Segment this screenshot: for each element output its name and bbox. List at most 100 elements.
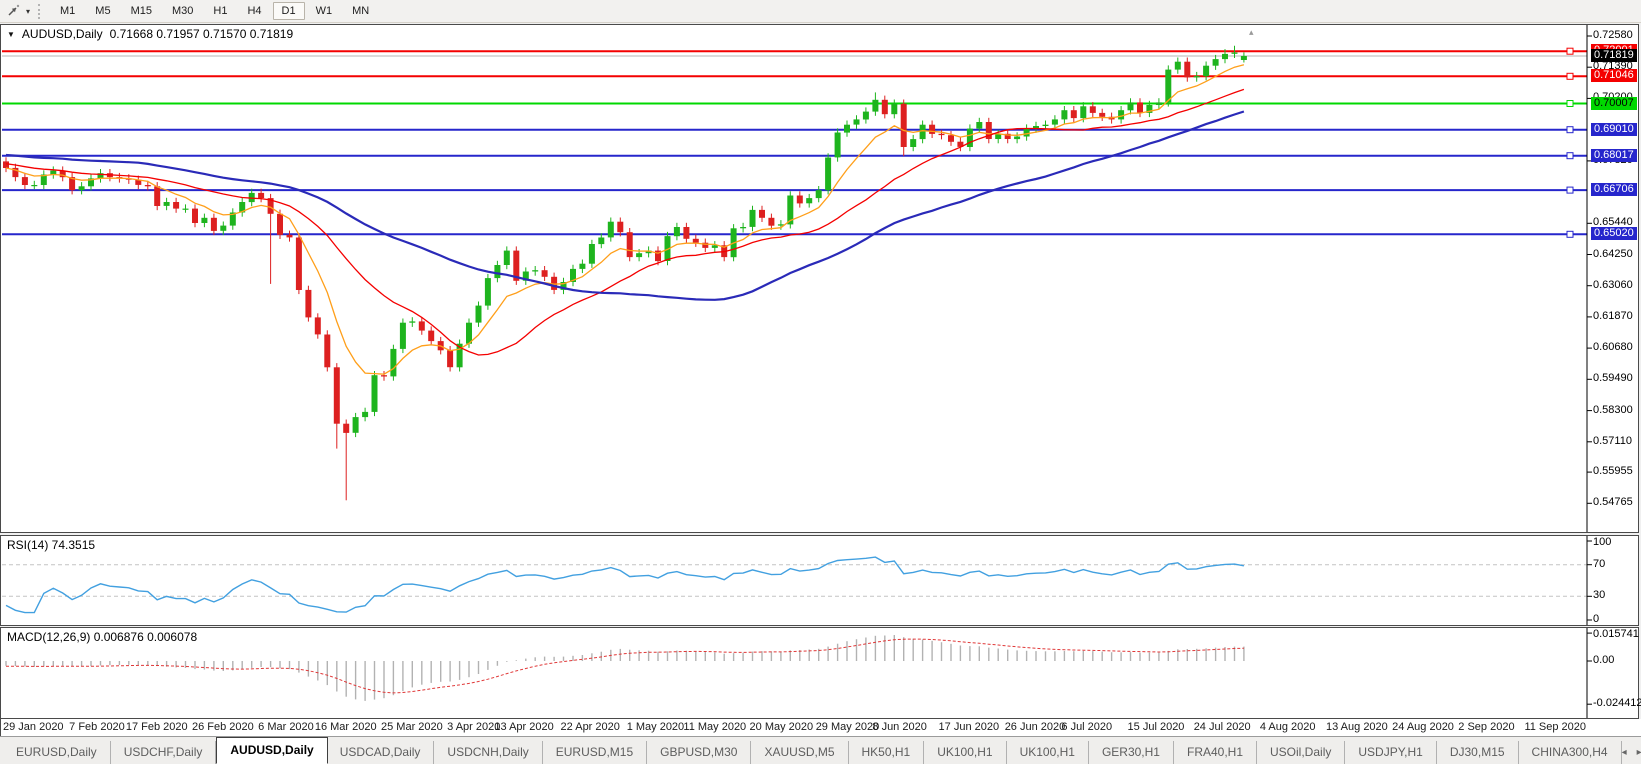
rsi-chart[interactable] xyxy=(1,536,1638,625)
candle-body xyxy=(466,323,472,344)
current-price-label[interactable]: 0.71819 xyxy=(1591,49,1637,62)
chart-tab-usdjpy-h1[interactable]: USDJPY,H1 xyxy=(1345,741,1436,764)
candle-body xyxy=(145,185,151,186)
price-chart[interactable] xyxy=(1,25,1638,532)
candle-body xyxy=(419,321,425,330)
date-tick-label: 17 Jun 2020 xyxy=(939,721,1000,733)
chart-symbol-label: AUDUSD,Daily xyxy=(22,27,103,41)
chart-tab-usdchf-daily[interactable]: USDCHF,Daily xyxy=(111,741,217,764)
timeframe-button-m1[interactable]: M1 xyxy=(51,2,84,20)
hline-price-label[interactable]: 0.71046 xyxy=(1591,69,1637,82)
chart-tab-usoil-daily[interactable]: USOil,Daily xyxy=(1257,741,1345,764)
drawing-tool-button[interactable] xyxy=(3,2,23,21)
timeframe-button-m30[interactable]: M30 xyxy=(163,2,202,20)
candle-body xyxy=(296,238,302,291)
candle-body xyxy=(315,317,321,334)
candle-body xyxy=(3,161,9,168)
chart-tab-hk50-h1[interactable]: HK50,H1 xyxy=(849,741,925,764)
macd-tick-label: 0.015741 xyxy=(1593,628,1639,641)
timeframe-button-h4[interactable]: H4 xyxy=(238,2,270,20)
candle-body xyxy=(920,125,926,139)
tab-next-icon[interactable]: ▸ xyxy=(1637,747,1641,758)
candle-body xyxy=(759,210,765,218)
hline-price-label[interactable]: 0.66706 xyxy=(1591,183,1637,196)
hline-handle[interactable] xyxy=(1567,153,1573,159)
hline-price-label[interactable]: 0.69010 xyxy=(1591,123,1637,136)
hline-handle[interactable] xyxy=(1567,127,1573,133)
candle-body xyxy=(542,270,548,277)
chart-tab-usdcad-daily[interactable]: USDCAD,Daily xyxy=(327,741,435,764)
timeframe-button-m5[interactable]: M5 xyxy=(86,2,119,20)
chart-tab-xauusd-m5[interactable]: XAUUSD,M5 xyxy=(751,741,848,764)
macd-tick-label: 0.00 xyxy=(1593,654,1614,667)
chevron-down-icon[interactable]: ▾ xyxy=(23,7,33,16)
price-tick-label: 0.57110 xyxy=(1593,435,1632,448)
timeframe-button-d1[interactable]: D1 xyxy=(273,2,305,20)
time-axis: 29 Jan 20207 Feb 202017 Feb 202026 Feb 2… xyxy=(0,719,1641,736)
price-tick-label: 0.61870 xyxy=(1593,310,1633,323)
candle-body xyxy=(211,218,217,231)
candle-body xyxy=(636,253,642,257)
chart-tab-eurusd-m15[interactable]: EURUSD,M15 xyxy=(543,741,647,764)
macd-label: MACD(12,26,9) 0.006876 0.006078 xyxy=(7,630,197,644)
rsi-label-text: RSI(14) 74.3515 xyxy=(7,538,95,552)
timeframe-button-m15[interactable]: M15 xyxy=(122,2,161,20)
date-tick-label: 26 Feb 2020 xyxy=(192,721,254,733)
candle-body xyxy=(872,100,878,112)
rsi-tick-label: 30 xyxy=(1593,589,1605,602)
candle-body xyxy=(598,238,604,245)
macd-signal-line xyxy=(6,639,1244,693)
date-tick-label: 15 Jul 2020 xyxy=(1128,721,1185,733)
candle-body xyxy=(816,190,822,198)
candle-body xyxy=(334,367,340,423)
candle-body xyxy=(797,196,803,204)
chart-tab-gbpusd-m30[interactable]: GBPUSD,M30 xyxy=(647,741,751,764)
rsi-axis: 10070300 xyxy=(1593,536,1639,625)
candle-body xyxy=(494,265,500,278)
chart-shift-marker-icon[interactable]: ▴ xyxy=(1249,27,1254,38)
chart-tabs-bar: EURUSD,DailyUSDCHF,DailyAUDUSD,DailyUSDC… xyxy=(0,736,1641,764)
hline-handle[interactable] xyxy=(1567,48,1573,54)
chart-tab-usdcnh-daily[interactable]: USDCNH,Daily xyxy=(434,741,542,764)
candle-body xyxy=(381,375,387,376)
candle-body xyxy=(532,270,538,271)
timeframe-button-mn[interactable]: MN xyxy=(343,2,378,20)
chart-tab-uk100-h1[interactable]: UK100,H1 xyxy=(1007,741,1089,764)
chart-tab-uk100-h1[interactable]: UK100,H1 xyxy=(924,741,1006,764)
hline-price-label[interactable]: 0.68017 xyxy=(1591,149,1637,162)
hline-handle[interactable] xyxy=(1567,73,1573,79)
candle-body xyxy=(1203,66,1209,77)
chart-tab-audusd-daily[interactable]: AUDUSD,Daily xyxy=(216,737,327,764)
macd-chart[interactable] xyxy=(1,628,1638,718)
candle-body xyxy=(1222,54,1228,59)
hline-handle[interactable] xyxy=(1567,187,1573,193)
candle-body xyxy=(627,232,633,257)
toolbar-grip[interactable] xyxy=(38,4,42,19)
timeframe-button-w1[interactable]: W1 xyxy=(307,2,342,20)
candle-body xyxy=(1024,129,1030,137)
chart-tab-china300-h4[interactable]: CHINA300,H4 xyxy=(1519,741,1622,764)
collapse-icon[interactable]: ▼ xyxy=(7,30,15,39)
chart-tab-ger30-h1[interactable]: GER30,H1 xyxy=(1089,741,1174,764)
tab-scroll-arrows: ◂ ▸ xyxy=(1622,747,1641,764)
hline-handle[interactable] xyxy=(1567,101,1573,107)
candle-body xyxy=(1213,59,1219,66)
chart-tab-dj30-m15[interactable]: DJ30,M15 xyxy=(1437,741,1519,764)
tab-prev-icon[interactable]: ◂ xyxy=(1622,747,1627,758)
candle-body xyxy=(891,104,897,115)
candle-body xyxy=(343,424,349,433)
hline-handle[interactable] xyxy=(1567,231,1573,237)
hline-price-label[interactable]: 0.65020 xyxy=(1591,227,1637,240)
date-tick-label: 11 May 2020 xyxy=(683,721,746,733)
hline-price-label[interactable]: 0.70007 xyxy=(1591,97,1637,110)
main-chart-panel: ▼ AUDUSD,Daily 0.71668 0.71957 0.71570 0… xyxy=(0,24,1639,533)
date-tick-label: 8 Jun 2020 xyxy=(872,721,926,733)
candle-body xyxy=(192,209,198,223)
candle-body xyxy=(353,417,359,433)
chart-tab-eurusd-daily[interactable]: EURUSD,Daily xyxy=(3,741,111,764)
candle-body xyxy=(1128,102,1134,110)
price-tick-label: 0.58300 xyxy=(1593,404,1633,417)
chart-tab-fra40-h1[interactable]: FRA40,H1 xyxy=(1174,741,1257,764)
timeframe-button-h1[interactable]: H1 xyxy=(204,2,236,20)
candle-body xyxy=(882,100,888,114)
